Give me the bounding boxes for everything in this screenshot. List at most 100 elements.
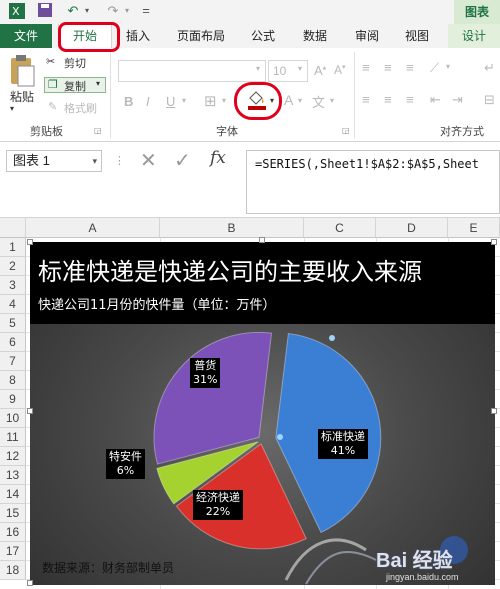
tab-design[interactable]: 设计	[448, 24, 500, 48]
format-painter-button[interactable]: 格式刷	[64, 100, 97, 116]
row-header[interactable]: 6	[0, 333, 26, 352]
format-painter-icon[interactable]: ✎	[48, 100, 57, 113]
font-color-icon[interactable]: A	[284, 92, 293, 108]
clipboard-launcher-icon[interactable]: ◲	[94, 126, 102, 135]
column-header[interactable]: C	[304, 218, 376, 238]
row-header[interactable]: 18	[0, 561, 26, 580]
save-icon[interactable]	[36, 2, 54, 20]
name-box[interactable]: 图表 1 ▾	[6, 150, 102, 172]
tab-view[interactable]: 视图	[394, 24, 440, 48]
cancel-icon[interactable]: ✕	[140, 148, 157, 173]
data-label[interactable]: 经济快递 22%	[193, 490, 243, 520]
resize-handle[interactable]	[27, 580, 33, 586]
resize-handle[interactable]	[491, 408, 497, 414]
insert-function-button[interactable]: fx	[210, 148, 226, 168]
cut-button[interactable]: 剪切	[64, 55, 86, 71]
wrap-text-icon[interactable]: ↵	[484, 60, 495, 76]
resize-handle[interactable]	[27, 239, 33, 245]
undo-dropdown-icon[interactable]: ▾	[82, 2, 92, 20]
data-label[interactable]: 特安件 6%	[106, 449, 145, 479]
align-right-icon[interactable]: ≡	[406, 92, 414, 107]
slice-name-label: 普货	[194, 359, 217, 372]
copy-button[interactable]: 复制	[64, 78, 86, 94]
slice-selection-handle[interactable]	[277, 434, 283, 440]
underline-button[interactable]: U	[166, 94, 175, 109]
decrease-indent-icon[interactable]: ⇤	[430, 92, 441, 108]
chart-source-note[interactable]: 数据来源：财务部制单员	[42, 559, 174, 576]
formula-input[interactable]: =SERIES(,Sheet1!$A$2:$A$5,Sheet	[246, 150, 500, 214]
row-header[interactable]: 10	[0, 409, 26, 428]
column-header[interactable]: A	[26, 218, 160, 238]
tab-file[interactable]: 文件	[0, 24, 52, 48]
customize-toolbar-icon[interactable]: =	[140, 2, 152, 20]
cut-icon[interactable]: ✂	[46, 55, 55, 68]
tab-page-layout[interactable]: 页面布局	[168, 24, 234, 48]
phonetic-dropdown-icon[interactable]: ▾	[330, 96, 334, 105]
tab-insert[interactable]: 插入	[114, 24, 162, 48]
font-color-dropdown-icon[interactable]: ▾	[298, 96, 302, 105]
chart-tools-contextual-tab[interactable]: 图表	[454, 0, 500, 24]
row-header[interactable]: 14	[0, 485, 26, 504]
slice-selection-handle[interactable]	[329, 335, 335, 341]
undo-icon[interactable]: ↶	[64, 2, 82, 20]
row-header[interactable]: 9	[0, 390, 26, 409]
row-header[interactable]: 8	[0, 371, 26, 390]
row-header[interactable]: 17	[0, 542, 26, 561]
resize-handle[interactable]	[491, 239, 497, 245]
decrease-font-icon[interactable]: A▾	[334, 63, 346, 77]
align-center-icon[interactable]: ≡	[384, 92, 392, 107]
underline-dropdown-icon[interactable]: ▾	[182, 96, 186, 105]
tab-data[interactable]: 数据	[292, 24, 338, 48]
orientation-dropdown-icon[interactable]: ▾	[446, 62, 450, 71]
row-header[interactable]: 12	[0, 447, 26, 466]
redo-dropdown-icon[interactable]: ▾	[122, 2, 132, 20]
redo-icon[interactable]: ↷	[104, 2, 122, 20]
row-header[interactable]: 4	[0, 295, 26, 314]
font-name-dropdown-icon[interactable]: ▾	[256, 64, 260, 73]
row-header[interactable]: 7	[0, 352, 26, 371]
align-top-icon[interactable]: ≡	[362, 60, 370, 75]
select-all-corner[interactable]	[0, 218, 26, 238]
align-bottom-icon[interactable]: ≡	[406, 60, 414, 75]
row-header[interactable]: 1	[0, 238, 26, 257]
font-launcher-icon[interactable]: ◲	[342, 126, 350, 135]
enter-icon[interactable]: ✓	[174, 148, 191, 173]
font-name-select[interactable]	[118, 60, 266, 82]
borders-dropdown-icon[interactable]: ▾	[222, 96, 226, 105]
column-header[interactable]: B	[160, 218, 304, 238]
merge-center-icon[interactable]: ⊟	[484, 92, 495, 108]
font-size-dropdown-icon[interactable]: ▾	[298, 64, 302, 73]
italic-button[interactable]: I	[146, 94, 150, 109]
bold-button[interactable]: B	[124, 94, 133, 109]
row-header[interactable]: 5	[0, 314, 26, 333]
copy-icon[interactable]: ❐	[48, 78, 58, 91]
data-label[interactable]: 标准快递 41%	[318, 429, 368, 459]
row-header[interactable]: 15	[0, 504, 26, 523]
copy-dropdown-icon[interactable]: ▾	[96, 79, 100, 88]
row-header[interactable]: 13	[0, 466, 26, 485]
more-options-icon[interactable]: ⋮	[114, 154, 125, 167]
phonetic-icon[interactable]: 文	[312, 92, 325, 111]
resize-handle[interactable]	[259, 237, 265, 243]
orientation-icon[interactable]: ⟋	[430, 60, 439, 76]
paste-button[interactable]: 粘贴	[10, 88, 34, 105]
align-middle-icon[interactable]: ≡	[384, 60, 392, 75]
increase-indent-icon[interactable]: ⇥	[452, 92, 463, 108]
column-header[interactable]: D	[376, 218, 448, 238]
increase-font-icon[interactable]: A▴	[314, 63, 326, 78]
slice-name-label: 经济快递	[196, 491, 240, 504]
row-header[interactable]: 2	[0, 257, 26, 276]
row-header[interactable]: 3	[0, 276, 26, 295]
column-header[interactable]: E	[448, 218, 500, 238]
row-header[interactable]: 16	[0, 523, 26, 542]
borders-icon[interactable]: ⊞	[204, 92, 217, 110]
tab-formulas[interactable]: 公式	[240, 24, 286, 48]
paste-icon[interactable]	[8, 54, 36, 88]
row-header[interactable]: 11	[0, 428, 26, 447]
align-left-icon[interactable]: ≡	[362, 92, 370, 107]
name-box-dropdown-icon[interactable]: ▾	[92, 151, 97, 171]
data-label[interactable]: 普货 31%	[190, 358, 221, 388]
tab-review[interactable]: 审阅	[344, 24, 390, 48]
resize-handle[interactable]	[27, 408, 33, 414]
paste-dropdown-icon[interactable]: ▾	[10, 104, 14, 113]
